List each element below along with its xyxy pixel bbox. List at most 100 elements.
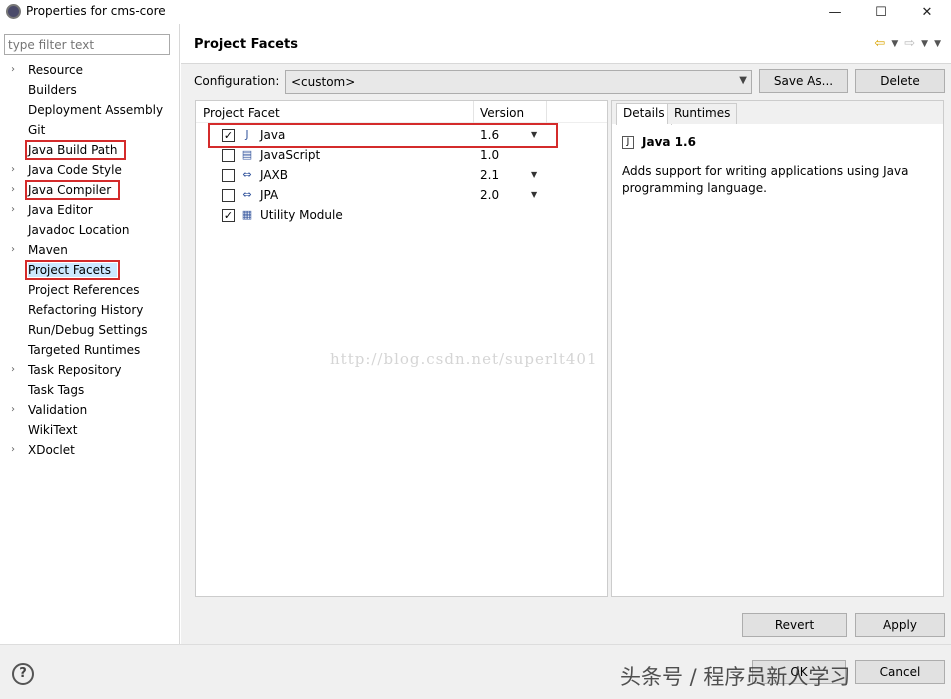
table-row[interactable]: ✓ ▦ Utility Module: [196, 205, 607, 225]
sidebar-item-maven[interactable]: › Maven: [0, 240, 180, 260]
java-highlight-box: [208, 123, 558, 148]
sidebar-item-task-repository[interactable]: › Task Repository: [0, 360, 180, 380]
facet-version[interactable]: 2.1: [480, 168, 499, 182]
chevron-right-icon[interactable]: ›: [11, 440, 15, 460]
sidebar-item-java-code-style[interactable]: › Java Code Style: [0, 160, 180, 180]
facet-checkbox[interactable]: [222, 189, 235, 202]
facet-checkbox[interactable]: [222, 169, 235, 182]
chevron-right-icon[interactable]: ›: [11, 180, 15, 200]
java-icon: J: [622, 136, 634, 149]
tab-runtimes[interactable]: Runtimes: [667, 103, 738, 124]
sidebar-item-label: Targeted Runtimes: [28, 343, 141, 357]
close-button[interactable]: ✕: [904, 0, 950, 24]
facet-table: Project Facet Version ✓ J Java 1.6 ▼ ▤ JavaScr…: [195, 100, 608, 597]
details-title: Java 1.6: [642, 135, 696, 149]
chevron-right-icon[interactable]: ›: [11, 160, 15, 180]
chevron-right-icon[interactable]: ›: [11, 60, 15, 80]
sidebar-item-label: Java Build Path: [24, 140, 127, 160]
chevron-right-icon[interactable]: ›: [11, 240, 15, 260]
sidebar-item-project-references[interactable]: Project References: [0, 280, 180, 300]
swap-icon: ⇔: [242, 168, 252, 181]
table-row[interactable]: ⇔ JAXB 2.1 ▼: [196, 165, 607, 185]
tab-details[interactable]: Details: [616, 103, 672, 125]
sidebar-item-builders[interactable]: Builders: [0, 80, 180, 100]
sidebar-item-javadoc-location[interactable]: Javadoc Location: [0, 220, 180, 240]
back-arrow-icon[interactable]: ⇦: [874, 36, 885, 52]
sidebar-item-project-facets[interactable]: Project Facets: [0, 260, 180, 280]
sidebar-item-run-debug-settings[interactable]: Run/Debug Settings: [0, 320, 180, 340]
sidebar-item-validation[interactable]: › Validation: [0, 400, 180, 420]
facet-name: JPA: [260, 188, 279, 202]
sidebar-item-task-tags[interactable]: Task Tags: [0, 380, 180, 400]
help-icon[interactable]: ?: [12, 663, 34, 685]
sidebar-item-label: Task Tags: [28, 383, 85, 397]
sidebar-item-label: Deployment Assembly: [28, 103, 164, 117]
sidebar-item-resource[interactable]: › Resource: [0, 60, 180, 80]
chevron-down-icon[interactable]: ▼: [531, 168, 537, 182]
sidebar-item-label: Resource: [28, 63, 84, 77]
watermark-corner: 头条号 / 程序员新人学习: [620, 665, 851, 689]
window-title: Properties for cms-core: [26, 4, 166, 18]
eclipse-app-icon: [6, 4, 21, 19]
sidebar-item-java-compiler[interactable]: › Java Compiler: [0, 180, 180, 200]
chevron-down-icon[interactable]: ▼: [531, 188, 537, 202]
sidebar-item-label: Run/Debug Settings: [28, 323, 148, 337]
page-header: Project Facets ⇦ ▼ ⇨ ▼ ▼: [181, 24, 951, 64]
sidebar-item-deployment-assembly[interactable]: Deployment Assembly: [0, 100, 180, 120]
sidebar-item-wikitext[interactable]: WikiText: [0, 420, 180, 440]
table-row[interactable]: ▤ JavaScript 1.0: [196, 145, 607, 165]
sidebar-item-xdoclet[interactable]: › XDoclet: [0, 440, 180, 460]
title-bar: Properties for cms-core — ☐ ✕: [0, 0, 951, 24]
facet-name: JavaScript: [260, 148, 321, 162]
sidebar-item-git[interactable]: Git: [0, 120, 180, 140]
details-tabs: Details Runtimes: [612, 101, 943, 125]
sidebar-item-label: Builders: [28, 83, 77, 97]
minimize-button[interactable]: —: [812, 0, 858, 24]
sidebar-item-label: Task Repository: [28, 363, 122, 377]
history-nav: ⇦ ▼ ⇨ ▼ ▼: [874, 36, 941, 52]
column-header-version[interactable]: Version: [480, 106, 524, 120]
maximize-button[interactable]: ☐: [858, 0, 904, 24]
facet-checkbox[interactable]: ✓: [222, 209, 235, 222]
details-description: Adds support for writing applications us…: [622, 164, 909, 195]
sidebar-item-java-editor[interactable]: › Java Editor: [0, 200, 180, 220]
chevron-right-icon[interactable]: ›: [11, 360, 15, 380]
sidebar-item-label: Maven: [28, 243, 68, 257]
column-header-facet[interactable]: Project Facet: [203, 106, 280, 120]
facet-version[interactable]: 2.0: [480, 188, 499, 202]
table-row[interactable]: ⇔ JPA 2.0 ▼: [196, 185, 607, 205]
delete-button[interactable]: Delete: [855, 69, 945, 93]
view-menu-icon[interactable]: ▼: [934, 36, 941, 52]
forward-arrow-icon[interactable]: ⇨: [904, 36, 915, 52]
save-as-button[interactable]: Save As...: [759, 69, 848, 93]
sidebar-item-label: Java Code Style: [28, 163, 122, 177]
sidebar-item-label: Project References: [28, 283, 140, 297]
chevron-down-icon[interactable]: ▼: [891, 36, 898, 52]
project-facets-page: Project Facets ⇦ ▼ ⇨ ▼ ▼ Configuration: …: [181, 24, 951, 644]
facet-name: JAXB: [260, 168, 288, 182]
facet-checkbox[interactable]: [222, 149, 235, 162]
configuration-value: <custom>: [291, 75, 356, 89]
apply-button[interactable]: Apply: [855, 613, 945, 637]
chevron-right-icon[interactable]: ›: [11, 400, 15, 420]
chevron-down-icon[interactable]: ▼: [921, 36, 928, 52]
configuration-label: Configuration:: [194, 74, 280, 88]
facet-name: Utility Module: [260, 208, 343, 222]
facet-version[interactable]: 1.0: [480, 148, 499, 162]
sidebar-item-targeted-runtimes[interactable]: Targeted Runtimes: [0, 340, 180, 360]
table-header: Project Facet Version: [196, 101, 607, 123]
document-icon: ▤: [241, 148, 253, 161]
sidebar-item-label: Java Editor: [28, 203, 93, 217]
sidebar-item-java-build-path[interactable]: Java Build Path: [0, 140, 180, 160]
sidebar-item-label: Validation: [28, 403, 88, 417]
module-icon: ▦: [241, 208, 253, 221]
filter-input[interactable]: [4, 34, 170, 55]
sidebar-item-label: WikiText: [28, 423, 78, 437]
revert-button[interactable]: Revert: [742, 613, 847, 637]
chevron-down-icon: ▼: [739, 75, 747, 86]
sidebar-item-refactoring-history[interactable]: Refactoring History: [0, 300, 180, 320]
sidebar-item-label: Git: [28, 123, 46, 137]
cancel-button[interactable]: Cancel: [855, 660, 945, 684]
chevron-right-icon[interactable]: ›: [11, 200, 15, 220]
configuration-select[interactable]: <custom> ▼: [285, 70, 752, 94]
